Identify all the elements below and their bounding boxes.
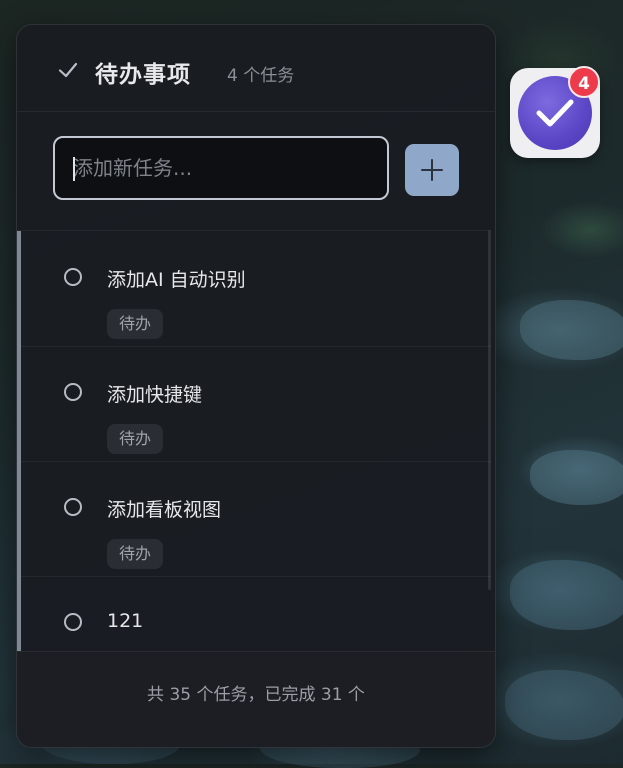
task-item[interactable]: 121 — [17, 576, 491, 651]
add-task-button[interactable] — [405, 144, 459, 196]
new-task-input[interactable] — [55, 138, 387, 198]
panel-header: 待办事项 4 个任务 — [17, 25, 495, 112]
plus-icon — [421, 159, 443, 181]
task-title: 添加快捷键 — [107, 384, 203, 406]
task-accent-bar — [17, 461, 21, 576]
task-list: 添加AI 自动识别 待办 添加快捷键 待办 添加看板视图 待办 121 — [17, 230, 491, 651]
task-summary: 共 35 个任务，已完成 31 个 — [147, 685, 365, 705]
status-badge: 待办 — [107, 539, 164, 569]
todo-app-check-icon — [536, 99, 574, 127]
task-checkbox[interactable] — [64, 268, 82, 286]
background-rock — [520, 300, 623, 360]
check-icon — [58, 62, 78, 78]
list-scrollbar[interactable] — [488, 230, 491, 590]
task-item[interactable]: 添加快捷键 待办 — [17, 346, 491, 462]
todo-panel: 待办事项 4 个任务 添加AI 自动识别 待办 添加快捷键 待办 添加看板视图 … — [16, 24, 496, 748]
task-title: 添加看板视图 — [107, 499, 222, 521]
notification-badge: 4 — [568, 66, 600, 98]
task-count: 4 个任务 — [227, 66, 295, 86]
task-checkbox[interactable] — [64, 498, 82, 516]
background-rock — [510, 560, 623, 630]
background-rock — [505, 670, 623, 740]
task-accent-bar — [17, 346, 21, 461]
task-item[interactable]: 添加AI 自动识别 待办 — [17, 231, 491, 347]
status-badge: 待办 — [107, 424, 164, 454]
page-title: 待办事项 — [95, 62, 191, 88]
task-item[interactable]: 添加看板视图 待办 — [17, 461, 491, 577]
task-title: 121 — [107, 610, 144, 632]
background-rock — [530, 450, 623, 505]
task-title: 添加AI 自动识别 — [107, 269, 246, 291]
task-checkbox[interactable] — [64, 613, 82, 631]
task-checkbox[interactable] — [64, 383, 82, 401]
new-task-field[interactable] — [53, 136, 389, 200]
text-caret — [73, 157, 75, 181]
status-badge: 待办 — [107, 309, 164, 339]
task-accent-bar — [17, 576, 21, 651]
panel-footer: 共 35 个任务，已完成 31 个 — [17, 651, 495, 747]
task-accent-bar — [17, 231, 21, 346]
